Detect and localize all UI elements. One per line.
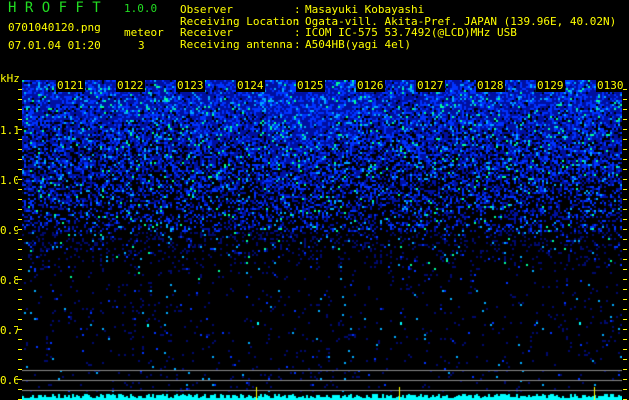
- time-label: 0127: [416, 79, 445, 92]
- y-tick-label: 0.8: [0, 274, 20, 287]
- y-tick-label: 0.6: [0, 374, 20, 387]
- time-label: 0125: [296, 79, 325, 92]
- time-label: 0126: [356, 79, 385, 92]
- y-ticks: [18, 80, 22, 400]
- spectrogram: [20, 80, 622, 400]
- time-label: 0123: [176, 79, 205, 92]
- time-label: 0121: [56, 79, 85, 92]
- time-label: 0130: [596, 79, 625, 92]
- file-datetime: 07.01.04 01:20: [8, 39, 101, 52]
- meteor-count: 3: [138, 39, 145, 52]
- y-tick-label: 0.9: [0, 224, 20, 237]
- app-version: 1.0.0: [124, 2, 158, 15]
- app-title: H R O F F T: [8, 0, 101, 16]
- y-unit: kHz: [0, 72, 20, 85]
- time-label: 0128: [476, 79, 505, 92]
- y-tick-label: 0.7: [0, 324, 20, 337]
- separator: :: [294, 37, 301, 51]
- y-tick-label: 1.0: [0, 174, 20, 187]
- file-name: 0701040120.png: [8, 21, 101, 34]
- info-value: A504HB(yagi 4el): [305, 37, 411, 51]
- info-label: Receiving antenna: [180, 37, 293, 51]
- y-tick-label: 1.1: [0, 124, 20, 137]
- y-ticks-right: [623, 80, 627, 400]
- time-label: 0129: [536, 79, 565, 92]
- time-label: 0122: [116, 79, 145, 92]
- meteor-label: meteor: [124, 26, 164, 39]
- time-label: 0124: [236, 79, 265, 92]
